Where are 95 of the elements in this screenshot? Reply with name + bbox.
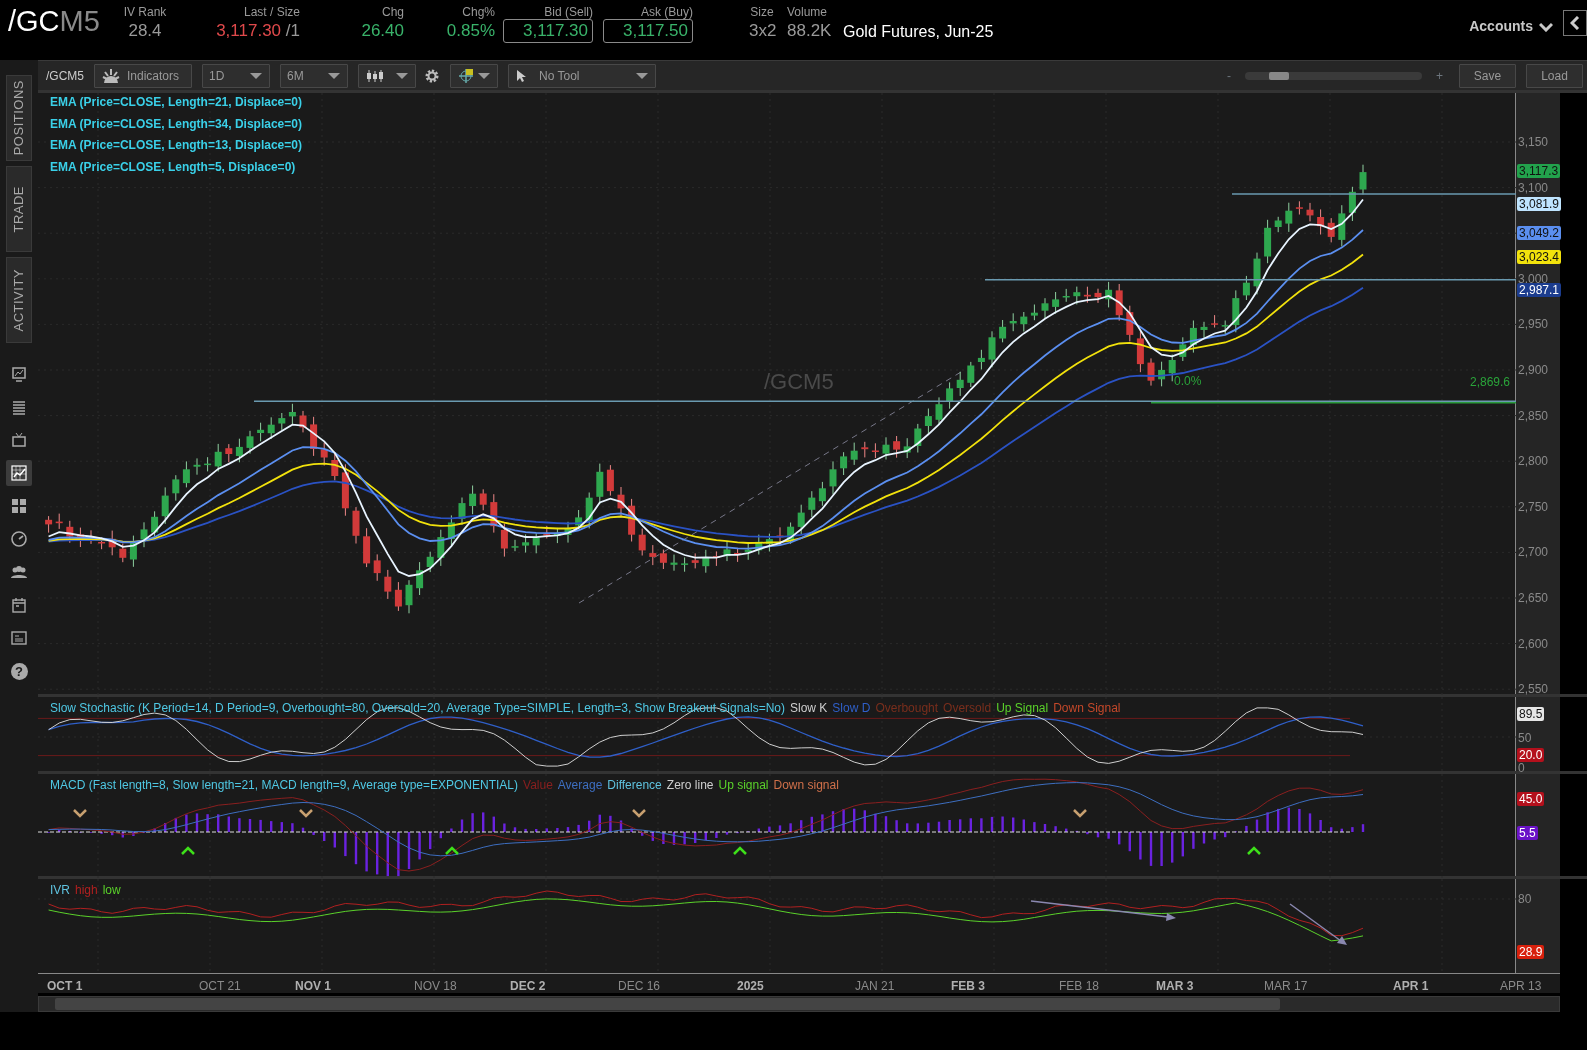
indicator-legend: EMA (Price=CLOSE, Length=13, Displace=0) <box>50 138 302 153</box>
legend-label: Oversold <box>943 701 992 715</box>
price-badge: 3,049.2 <box>1517 226 1562 240</box>
stat-label: IV Rank <box>122 5 168 19</box>
price-badge: 20.0 <box>1517 748 1545 762</box>
sidebar-tab[interactable]: POSITIONS <box>6 75 32 161</box>
price-badge: 3,117.3 <box>1517 164 1561 178</box>
date-label: APR 1 <box>1393 978 1429 995</box>
stat-value: 26.40 <box>360 20 404 42</box>
instrument-description: Gold Futures, Jun-25 <box>843 22 994 42</box>
date-label: MAR 17 <box>1264 978 1308 995</box>
indicator-legend: EMA (Price=CLOSE, Length=5, Displace=0) <box>50 160 296 175</box>
axis-label: 3,000 <box>1518 271 1549 286</box>
legend-label: Value <box>523 778 553 792</box>
date-label: 2025 <box>737 978 764 995</box>
stat-value: 28.4 <box>127 20 163 42</box>
date-label: NOV 1 <box>295 978 331 995</box>
axis-label: 3,100 <box>1518 180 1549 195</box>
sidebar-tab[interactable]: TRADE <box>6 166 32 252</box>
fibonacci-label: 0.0% <box>1174 373 1202 390</box>
sidebar-tab[interactable]: ACTIVITY <box>6 257 32 343</box>
date-label: FEB 18 <box>1059 978 1100 995</box>
stat-label: Ask (Buy) <box>640 5 693 19</box>
fibonacci-value: 2,869.6 <box>1470 374 1511 391</box>
stat-label: Bid (Sell) <box>543 5 593 19</box>
stat-label: Volume <box>787 5 829 19</box>
axis-label: 2,950 <box>1518 317 1549 332</box>
legend-label: Down signal <box>773 778 839 792</box>
trade-size: /1 <box>285 21 300 40</box>
axis-label: 2,700 <box>1518 545 1549 560</box>
date-label: DEC 16 <box>618 978 661 995</box>
date-label: APR 13 <box>1500 978 1542 995</box>
axis-label: 80 <box>1518 892 1532 906</box>
date-label: OCT 1 <box>47 978 83 995</box>
date-label: JAN 21 <box>855 978 895 995</box>
legend-label: Slow K <box>790 701 828 715</box>
date-label: MAR 3 <box>1156 978 1194 995</box>
chart-symbol: /GCM5 <box>46 67 84 85</box>
axis-label: 2,650 <box>1518 591 1549 605</box>
last-price: 3,117.30 <box>216 21 282 40</box>
indicators-button[interactable]: Indicators <box>94 63 192 88</box>
legend-label: low <box>102 883 121 897</box>
legend-label: Down Signal <box>1053 701 1121 715</box>
legend-label: Slow D <box>832 701 871 715</box>
zoom-in-button[interactable]: + <box>1436 66 1443 85</box>
axis-label: 2,800 <box>1518 454 1549 469</box>
price-badge: 2,987.1 <box>1517 283 1562 297</box>
load-button[interactable]: Load <box>1526 63 1583 88</box>
axis-label: 3,150 <box>1518 135 1549 149</box>
price-badge: 5.5 <box>1517 826 1538 840</box>
legend-label: IVR <box>50 883 70 897</box>
price-badge: 28.9 <box>1517 945 1545 959</box>
date-label: FEB 3 <box>951 978 985 995</box>
axis-label: 2,550 <box>1518 682 1549 697</box>
legend-label: high <box>75 883 98 897</box>
axis-label: 2,900 <box>1518 363 1549 377</box>
quote-price[interactable]: 3,117.30 <box>503 19 593 43</box>
stat-label: Chg <box>381 5 404 19</box>
stat-label: Size <box>749 5 775 19</box>
stat-value: 3x2 <box>749 20 775 42</box>
legend-label: MACD (Fast length=8, Slow length=21, MACD length=9, Average type=EXPONENTIAL) <box>50 778 518 792</box>
accounts-menu[interactable]: Accounts <box>1469 16 1533 37</box>
legend-label: Up signal <box>718 778 769 792</box>
stat-label: Chg% <box>461 5 495 19</box>
stat-value: 88.2K <box>787 20 833 42</box>
indicator-legend: EMA (Price=CLOSE, Length=34, Displace=0) <box>50 116 302 131</box>
quote-price[interactable]: 3,117.50 <box>603 19 693 43</box>
legend-label: Up Signal <box>996 701 1049 715</box>
legend-label: Average <box>557 778 603 792</box>
price-badge: 89.5 <box>1517 707 1545 721</box>
legend-label: Slow Stochastic (K Period=14, D Period=9, Overbought=80, Oversold=20, Average Type=SIMPLE, Length=3, Show Breakout Signals=No) <box>50 701 785 715</box>
axis-label: 2,750 <box>1518 499 1549 514</box>
stat-label: Last / Size <box>242 5 300 19</box>
axis-label: 2,850 <box>1518 408 1549 423</box>
axis-label: 2,600 <box>1518 636 1549 651</box>
legend-label: Zero line <box>666 778 714 792</box>
indicator-legend: EMA (Price=CLOSE, Length=21, Displace=0) <box>50 95 302 109</box>
date-label: OCT 21 <box>199 978 241 995</box>
legend-label: Overbought <box>875 701 939 715</box>
stat-value: 0.85% <box>445 20 495 42</box>
symbol-title: /GCM5 <box>8 4 101 39</box>
save-button[interactable]: Save <box>1459 63 1516 88</box>
price-badge: 3,081.9 <box>1517 197 1562 211</box>
price-badge: 3,023.4 <box>1517 250 1562 264</box>
range-dropdown[interactable]: 6M <box>280 63 348 88</box>
price-badge: 45.0 <box>1517 792 1545 806</box>
tool-dropdown[interactable]: No Tool <box>508 63 656 88</box>
date-label: DEC 2 <box>510 978 546 995</box>
interval-dropdown[interactable]: 1D <box>202 63 270 88</box>
help-button[interactable]: ? <box>10 662 28 680</box>
zoom-out-button[interactable]: - <box>1227 66 1231 85</box>
axis-label: 0 <box>1518 761 1525 775</box>
axis-label: 50 <box>1518 731 1532 745</box>
legend-label: Difference <box>607 778 662 792</box>
date-label: NOV 18 <box>414 978 457 995</box>
